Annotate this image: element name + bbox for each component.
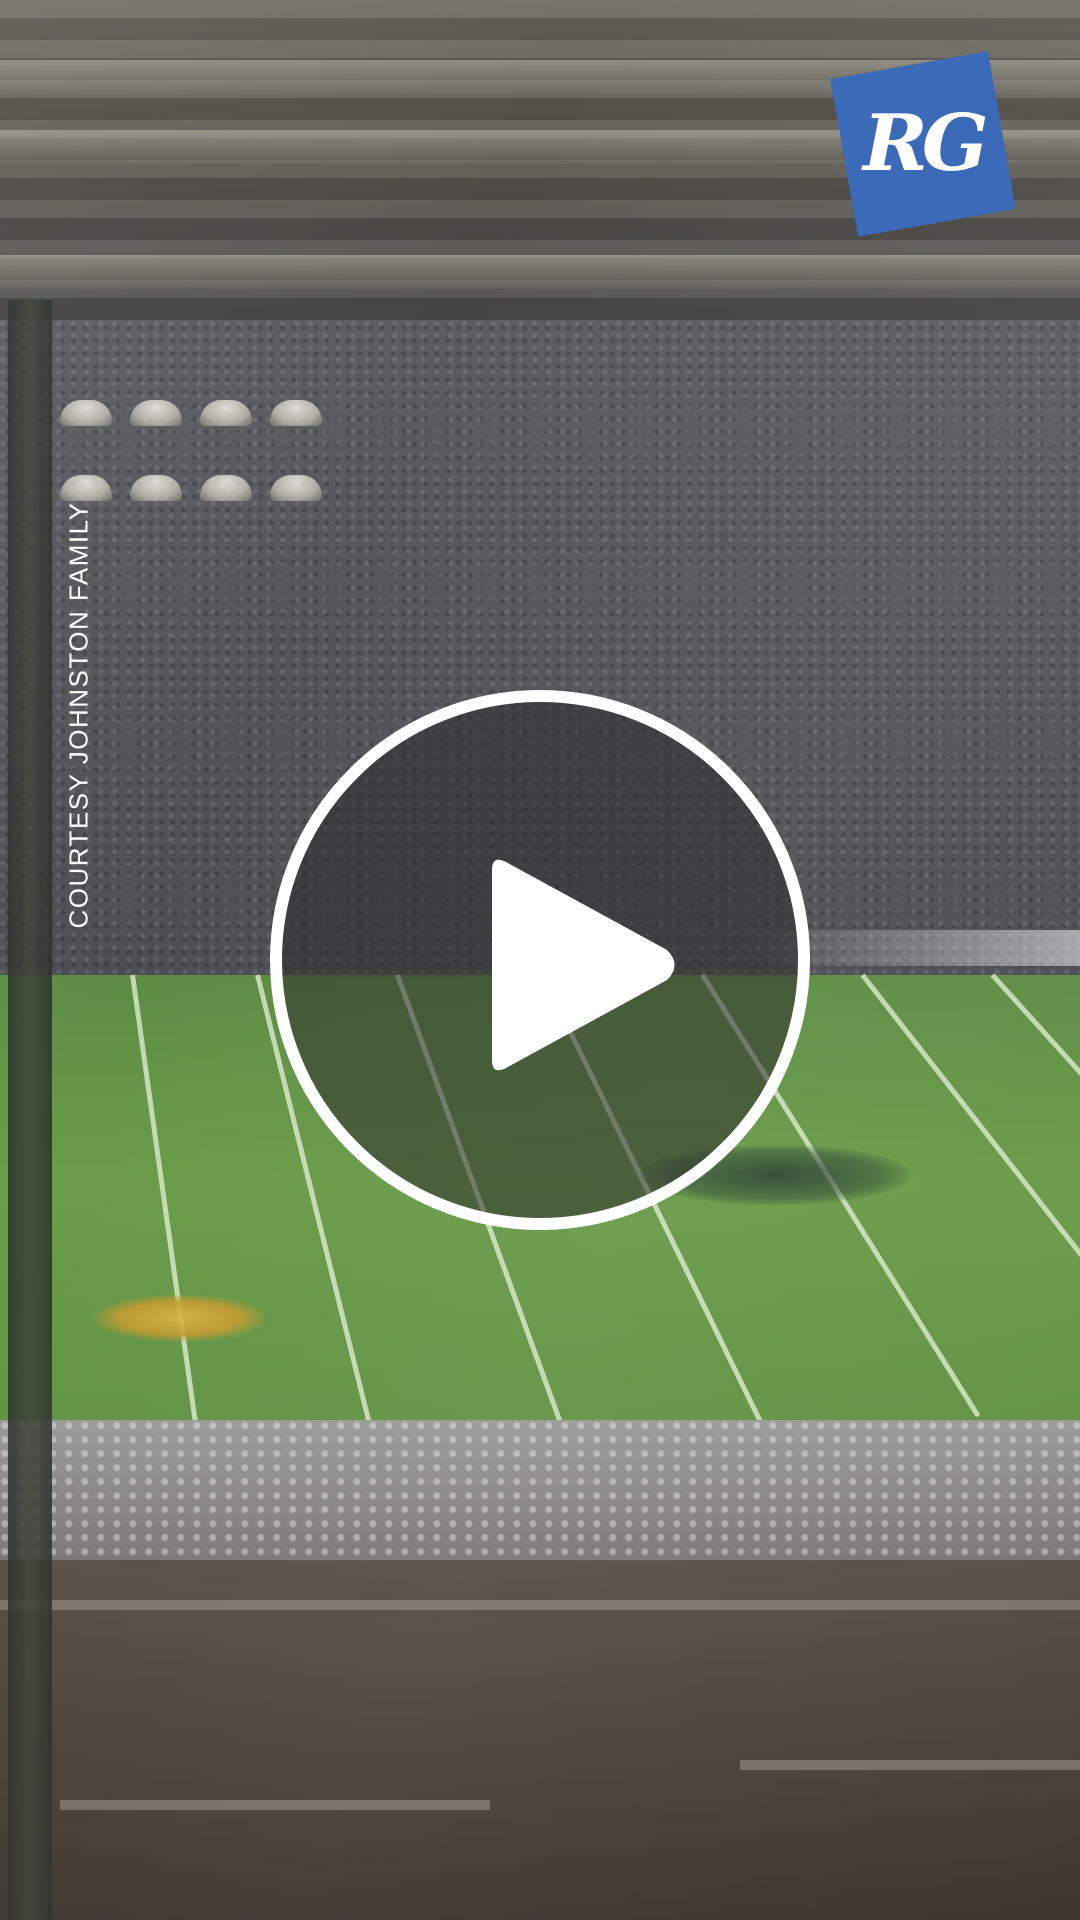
play-icon: [492, 859, 675, 1071]
deck-beam: [0, 255, 1080, 289]
window-post: [8, 300, 52, 1920]
play-button[interactable]: [270, 690, 810, 1230]
press-box: [0, 1560, 1080, 1920]
photo-credit: COURTESY JOHNSTON FAMILY: [63, 501, 94, 929]
brand-logo[interactable]: RG: [830, 51, 1016, 237]
brand-logo-text: RG: [863, 98, 983, 189]
field-logo: [95, 1295, 265, 1341]
video-player[interactable]: COURTESY JOHNSTON FAMILY RG: [0, 0, 1080, 1920]
